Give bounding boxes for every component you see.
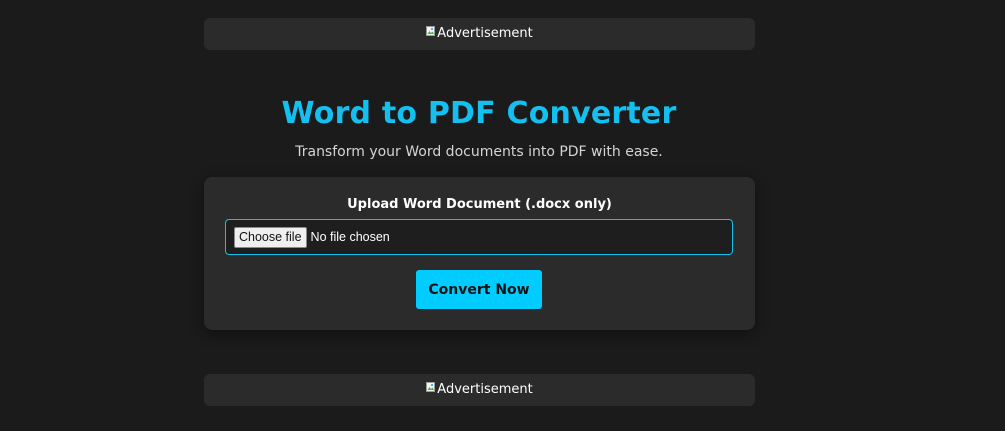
advertisement-alt-text: Advertisement: [437, 26, 533, 41]
bottom-advertisement-banner[interactable]: Advertisement: [204, 374, 755, 406]
advertisement-alt-text: Advertisement: [437, 382, 533, 397]
advertisement-image[interactable]: Advertisement: [426, 382, 533, 398]
choose-file-button[interactable]: Choose file: [234, 226, 307, 248]
file-input[interactable]: Choose file No file chosen: [225, 219, 733, 255]
broken-image-icon: [426, 382, 436, 393]
page-subtitle: Transform your Word documents into PDF w…: [295, 144, 663, 160]
broken-image-icon: [426, 26, 436, 37]
convert-now-button[interactable]: Convert Now: [416, 270, 542, 309]
advertisement-image[interactable]: Advertisement: [426, 26, 533, 42]
top-advertisement-banner[interactable]: Advertisement: [204, 18, 755, 50]
file-status-text: No file chosen: [310, 230, 390, 244]
upload-card: Upload Word Document (.docx only) Choose…: [204, 177, 755, 330]
page-title: Word to PDF Converter: [281, 96, 677, 131]
page: Advertisement Word to PDF Converter Tran…: [0, 0, 1005, 431]
upload-label: Upload Word Document (.docx only): [347, 197, 612, 212]
